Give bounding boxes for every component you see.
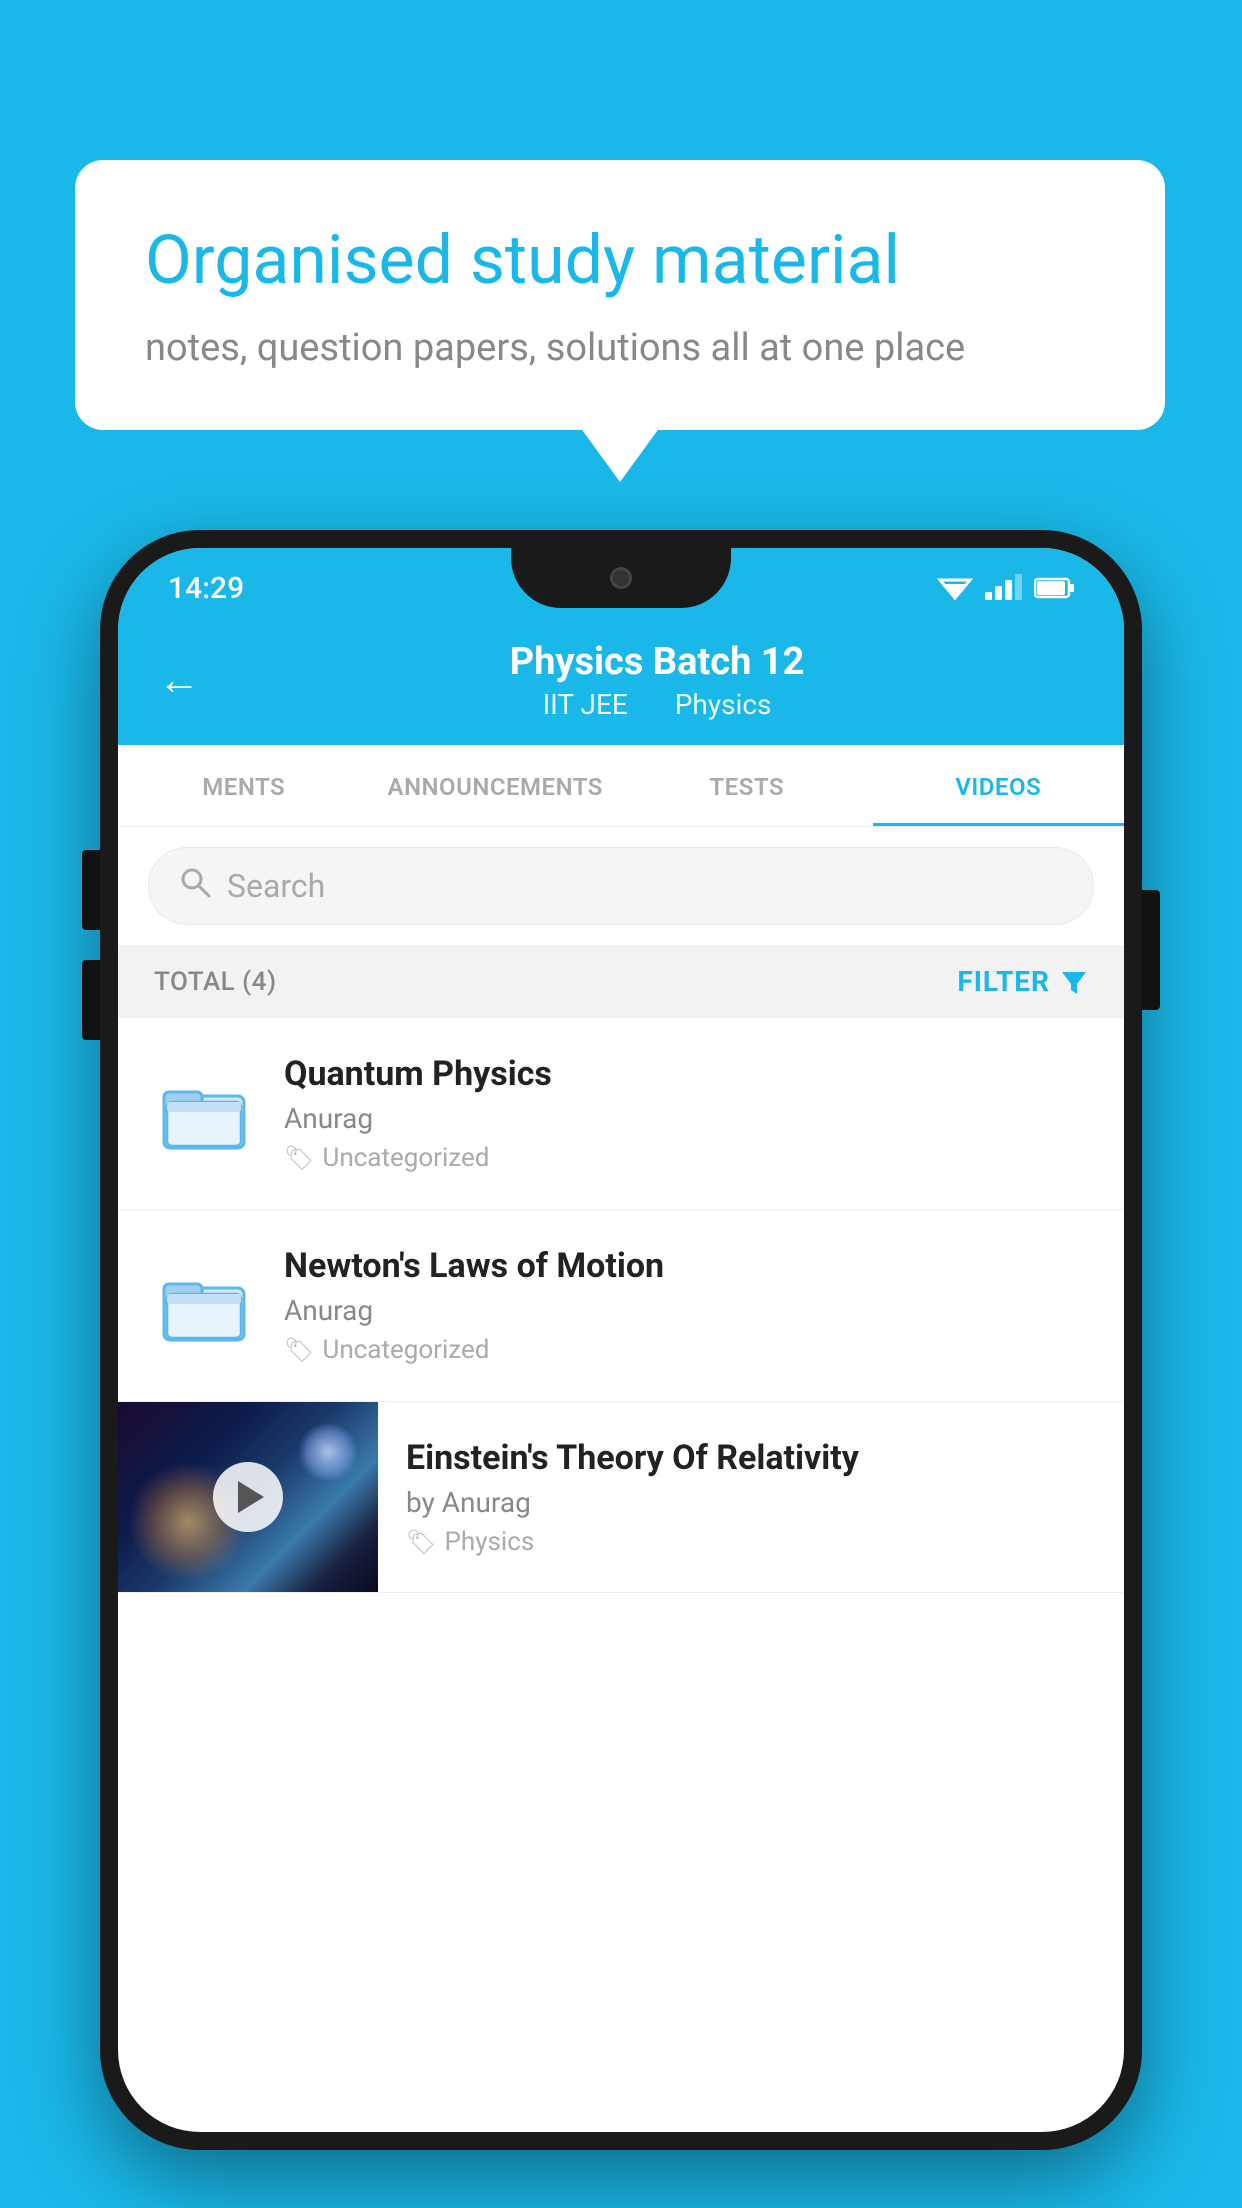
tag-icon-einstein: 🏷 (406, 1528, 436, 1556)
play-triangle-icon (238, 1481, 264, 1513)
search-container: Search (118, 827, 1124, 945)
search-bar[interactable]: Search (148, 847, 1094, 925)
speech-bubble-section: Organised study material notes, question… (75, 160, 1165, 430)
status-icons (937, 574, 1074, 602)
speech-bubble-card: Organised study material notes, question… (75, 160, 1165, 430)
bubble-subtitle: notes, question papers, solutions all at… (145, 326, 1095, 370)
tag-label-einstein: Physics (444, 1527, 534, 1557)
tag-icon-newton: 🏷 (284, 1336, 314, 1364)
video-item-newton[interactable]: Newton's Laws of Motion Anurag 🏷 Uncateg… (118, 1210, 1124, 1402)
video-author-einstein: by Anurag (406, 1486, 1096, 1519)
filter-bar: TOTAL (4) FILTER (118, 945, 1124, 1018)
signal-icon (985, 576, 1022, 600)
subtitle-right: Physics (675, 688, 772, 721)
play-button-einstein[interactable] (213, 1462, 283, 1532)
video-item-quantum[interactable]: Quantum Physics Anurag 🏷 Uncategorized (118, 1018, 1124, 1210)
total-count: TOTAL (4) (154, 967, 277, 997)
status-time: 14:29 (168, 571, 244, 606)
video-author-quantum: Anurag (284, 1102, 1088, 1135)
app-subtitle: IIT JEE Physics (230, 688, 1084, 721)
tab-tests[interactable]: TESTS (621, 745, 873, 826)
filter-icon (1060, 968, 1088, 996)
search-icon (179, 866, 211, 906)
tag-icon-quantum: 🏷 (284, 1144, 314, 1172)
video-item-einstein[interactable]: Einstein's Theory Of Relativity by Anura… (118, 1402, 1124, 1593)
header-title-block: Physics Batch 12 IIT JEE Physics (230, 640, 1084, 721)
video-title-newton: Newton's Laws of Motion (284, 1246, 1088, 1286)
app-title: Physics Batch 12 (230, 640, 1084, 684)
video-title-quantum: Quantum Physics (284, 1054, 1088, 1094)
video-tag-quantum: 🏷 Uncategorized (284, 1143, 1088, 1173)
battery-icon (1034, 577, 1074, 599)
video-info-einstein: Einstein's Theory Of Relativity by Anura… (378, 1410, 1124, 1585)
folder-thumb-newton (154, 1256, 254, 1356)
back-button[interactable]: ← (158, 656, 200, 705)
front-camera (610, 567, 632, 589)
phone-screen: 14:29 (118, 548, 1124, 2132)
video-info-quantum: Quantum Physics Anurag 🏷 Uncategorized (284, 1054, 1088, 1173)
tag-label-newton: Uncategorized (322, 1335, 489, 1365)
phone-mockup: 14:29 (100, 530, 1142, 2150)
phone-notch (511, 548, 731, 608)
subtitle-left: IIT JEE (543, 688, 628, 721)
folder-icon-quantum (159, 1074, 249, 1154)
video-info-newton: Newton's Laws of Motion Anurag 🏷 Uncateg… (284, 1246, 1088, 1365)
video-author-newton: Anurag (284, 1294, 1088, 1327)
app-header: ← Physics Batch 12 IIT JEE Physics (118, 620, 1124, 745)
folder-thumb-quantum (154, 1064, 254, 1164)
tag-label-quantum: Uncategorized (322, 1143, 489, 1173)
video-tag-einstein: 🏷 Physics (406, 1527, 1096, 1557)
phone-body: 14:29 (100, 530, 1142, 2150)
video-list: Quantum Physics Anurag 🏷 Uncategorized (118, 1018, 1124, 1593)
video-tag-newton: 🏷 Uncategorized (284, 1335, 1088, 1365)
folder-icon-newton (159, 1266, 249, 1346)
tab-ments[interactable]: MENTS (118, 745, 370, 826)
filter-button[interactable]: FILTER (957, 965, 1088, 998)
video-thumbnail-einstein (118, 1402, 378, 1592)
filter-label: FILTER (957, 965, 1050, 998)
tabs-bar: MENTS ANNOUNCEMENTS TESTS VIDEOS (118, 745, 1124, 827)
bubble-title: Organised study material (145, 220, 1095, 302)
tab-announcements[interactable]: ANNOUNCEMENTS (370, 745, 622, 826)
search-placeholder: Search (227, 867, 325, 905)
video-title-einstein: Einstein's Theory Of Relativity (406, 1438, 1096, 1478)
wifi-icon (937, 574, 973, 602)
tab-videos[interactable]: VIDEOS (873, 745, 1125, 826)
